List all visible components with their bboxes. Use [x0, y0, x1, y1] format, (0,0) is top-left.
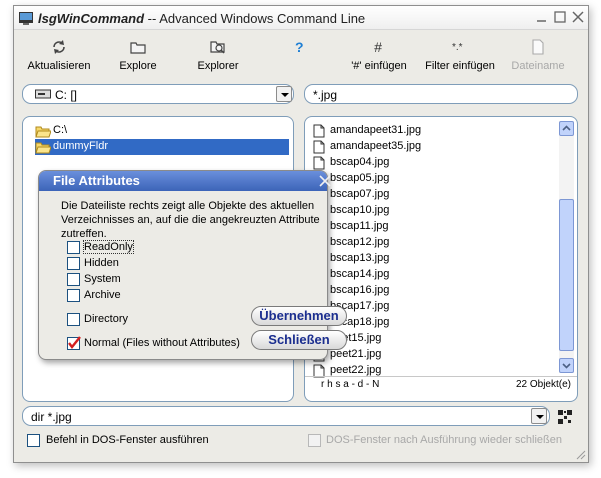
- file-list-scrollbar[interactable]: [559, 121, 574, 373]
- refresh-label: Aktualisieren: [27, 60, 91, 72]
- directory-checkbox[interactable]: [67, 313, 80, 326]
- dialog-close-icon[interactable]: [317, 173, 333, 189]
- hidden-checkbox[interactable]: [67, 257, 80, 270]
- file-name: amandapeet35.jpg: [330, 140, 422, 152]
- file-name: amandapeet31.jpg: [330, 124, 422, 136]
- command-input[interactable]: dir *.jpg: [22, 406, 550, 426]
- main-window: lsgWinCommand -- Advanced Windows Comman…: [13, 5, 589, 463]
- toolbar: Aktualisieren Explore Explorer ? # '#' e…: [14, 32, 588, 80]
- file-name: bscap04.jpg: [330, 156, 390, 168]
- file-icon: [313, 156, 325, 170]
- hash-insert-label: '#' einfügen: [351, 60, 407, 72]
- readonly-label: ReadOnly: [83, 240, 134, 254]
- resize-grip-icon[interactable]: [574, 448, 586, 460]
- file-name: bscap07.jpg: [330, 188, 390, 200]
- system-checkbox[interactable]: [67, 273, 80, 286]
- svg-text:*.*: *.*: [452, 42, 463, 53]
- filter-value: *.jpg: [313, 88, 338, 102]
- maximize-icon[interactable]: [552, 9, 568, 25]
- filter-input[interactable]: *.jpg: [304, 84, 578, 104]
- file-list[interactable]: amandapeet31.jpg amandapeet35.jpg bscap04.…: [304, 116, 578, 402]
- directory-label: Directory: [84, 313, 129, 325]
- readonly-checkbox[interactable]: [67, 241, 80, 254]
- filter-icon: *.*: [452, 42, 463, 53]
- file-name: bscap05.jpg: [330, 172, 390, 184]
- close-dialog-button[interactable]: Schließen: [251, 330, 347, 350]
- explore-button[interactable]: Explore: [110, 32, 166, 80]
- explorer-button[interactable]: Explorer: [190, 32, 246, 80]
- window-title: lsgWinCommand -- Advanced Windows Comman…: [38, 11, 366, 26]
- open-folder-icon: [35, 142, 51, 154]
- checkmark-icon: [68, 336, 81, 349]
- tree-item-label: C:\: [53, 124, 68, 136]
- hash-insert-button[interactable]: # '#' einfügen: [346, 32, 412, 80]
- file-name: bscap13.jpg: [330, 252, 390, 264]
- status-divider: [305, 376, 577, 377]
- drive-icon: [35, 89, 51, 99]
- minimize-icon[interactable]: [534, 9, 550, 25]
- command-dropdown-icon[interactable]: [531, 408, 547, 424]
- file-icon: [313, 124, 325, 138]
- file-name: peet22.jpg: [330, 364, 382, 376]
- drive-value: C: []: [55, 88, 78, 102]
- open-folder-icon: [35, 126, 51, 138]
- apply-button[interactable]: Übernehmen: [251, 306, 347, 326]
- file-name: bscap12.jpg: [330, 236, 390, 248]
- scroll-down-icon[interactable]: [559, 358, 574, 373]
- archive-label: Archive: [84, 289, 121, 301]
- hash-icon: #: [374, 39, 382, 55]
- dos-window-checkbox[interactable]: [27, 434, 40, 447]
- close-after-checkbox[interactable]: [308, 434, 321, 447]
- scroll-thumb[interactable]: [559, 199, 574, 351]
- file-name: bscap16.jpg: [330, 284, 390, 296]
- tree-item-root[interactable]: C:\: [35, 123, 155, 139]
- svg-text:?: ?: [295, 39, 304, 55]
- drive-dropdown-icon[interactable]: [276, 86, 292, 102]
- file-icon: [313, 140, 325, 154]
- object-count: 22 Objekt(e): [515, 379, 571, 390]
- dialog-title-bar[interactable]: File Attributes: [39, 171, 327, 191]
- help-icon: ?: [295, 39, 304, 55]
- dialog-title: File Attributes: [53, 173, 140, 188]
- filter-insert-label: Filter einfügen: [425, 60, 495, 72]
- filename-button[interactable]: Dateiname: [508, 32, 568, 80]
- run-command-icon[interactable]: [556, 408, 574, 426]
- dialog-description: Die Dateiliste rechts zeigt alle Objekte…: [61, 200, 320, 240]
- tree-item-dummyfldr[interactable]: dummyFldr: [35, 139, 289, 155]
- system-label: System: [84, 273, 121, 285]
- file-name: bscap14.jpg: [330, 268, 390, 280]
- document-icon: [532, 39, 544, 55]
- hidden-label: Hidden: [84, 257, 119, 269]
- refresh-button[interactable]: Aktualisieren: [22, 32, 96, 80]
- file-name: bscap10.jpg: [330, 204, 390, 216]
- explorer-label: Explorer: [197, 60, 239, 72]
- attribute-filter-status[interactable]: r h s a - d - N: [321, 379, 379, 393]
- file-attributes-dialog: File Attributes Die Dateiliste rechts ze…: [38, 170, 347, 360]
- drive-select[interactable]: C: []: [22, 84, 294, 104]
- app-icon: [19, 12, 33, 25]
- folder-icon: [130, 42, 146, 54]
- scroll-up-icon[interactable]: [559, 121, 574, 136]
- folder-search-icon: [210, 41, 225, 54]
- archive-checkbox[interactable]: [67, 289, 80, 302]
- explore-label: Explore: [119, 60, 157, 72]
- svg-text:#: #: [374, 39, 382, 55]
- refresh-icon: [53, 40, 65, 54]
- normal-checkbox[interactable]: [67, 336, 81, 350]
- filename-label: Dateiname: [511, 60, 565, 72]
- dos-window-label: Befehl in DOS-Fenster ausführen: [46, 434, 209, 446]
- filter-insert-button[interactable]: *.* Filter einfügen: [422, 32, 498, 80]
- help-button[interactable]: ?: [284, 32, 314, 80]
- close-icon[interactable]: [570, 9, 586, 25]
- file-name: bscap11.jpg: [330, 220, 389, 232]
- title-bar[interactable]: lsgWinCommand -- Advanced Windows Comman…: [14, 6, 588, 30]
- command-value: dir *.jpg: [31, 410, 72, 424]
- tree-item-label: dummyFldr: [53, 140, 109, 152]
- normal-label: Normal (Files without Attributes): [84, 337, 240, 349]
- close-after-label: DOS-Fenster nach Ausführung wieder schli…: [326, 434, 563, 446]
